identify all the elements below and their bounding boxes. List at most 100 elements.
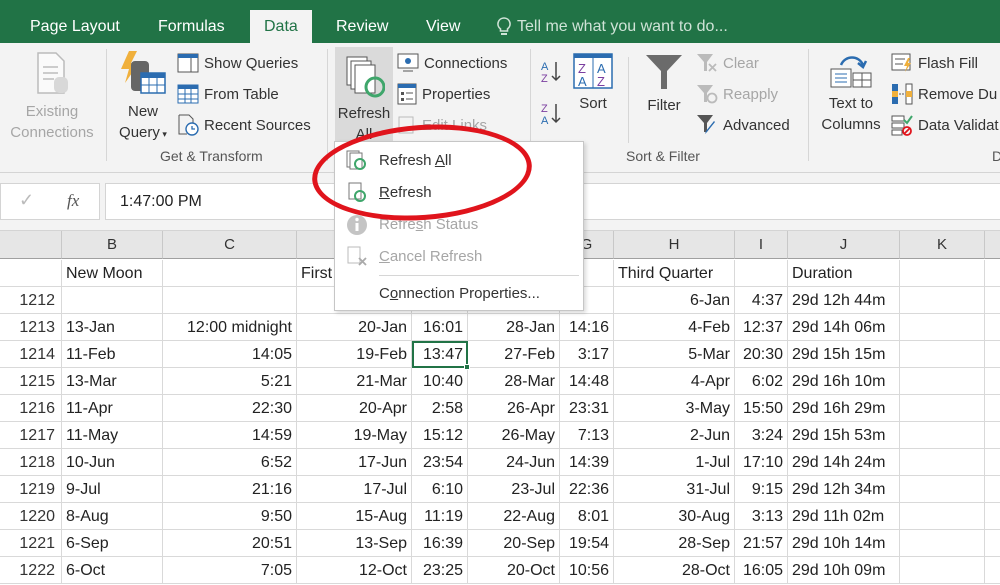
cell-i[interactable]: 6:02	[735, 368, 788, 395]
row-number[interactable]: 1212	[0, 287, 62, 314]
cell-h[interactable]: 28-Oct	[614, 557, 735, 584]
fill-handle[interactable]	[464, 364, 470, 370]
cell-f[interactable]: 20-Oct	[468, 557, 560, 584]
row-number[interactable]: 1215	[0, 368, 62, 395]
column-header-h[interactable]: H	[614, 231, 735, 259]
cell-d[interactable]: 17-Jun	[297, 449, 412, 476]
cell-k[interactable]	[900, 422, 985, 449]
tab-data[interactable]: Data	[250, 10, 312, 43]
cell-k[interactable]	[900, 395, 985, 422]
cell-f[interactable]: 27-Feb	[468, 341, 560, 368]
cell-l[interactable]	[985, 341, 1000, 368]
reapply-button[interactable]: Reapply	[696, 81, 778, 107]
cell-e[interactable]: 16:39	[412, 530, 468, 557]
cell-d[interactable]: 21-Mar	[297, 368, 412, 395]
cell-j[interactable]: 29d 14h 06m	[788, 314, 900, 341]
row-number[interactable]: 1213	[0, 314, 62, 341]
cell-b[interactable]: 6-Oct	[62, 557, 163, 584]
sort-z-to-a-button[interactable]: ZA	[540, 101, 562, 127]
cell-i[interactable]: 21:57	[735, 530, 788, 557]
cell-h[interactable]: 31-Jul	[614, 476, 735, 503]
cell-c[interactable]: 7:05	[163, 557, 297, 584]
menu-item-refresh[interactable]: Refresh	[335, 177, 583, 208]
column-header-k[interactable]: K	[900, 231, 985, 259]
enter-check-icon[interactable]: ✓	[19, 190, 34, 211]
tab-page-layout[interactable]: Page Layout	[18, 10, 132, 43]
cell-f[interactable]: 24-Jun	[468, 449, 560, 476]
column-header-j[interactable]: J	[788, 231, 900, 259]
cell-f[interactable]: 26-Apr	[468, 395, 560, 422]
cell-k[interactable]	[900, 557, 985, 584]
cell-j[interactable]: Duration	[788, 260, 900, 287]
row-number[interactable]	[0, 260, 62, 287]
cell-h[interactable]: 3-May	[614, 395, 735, 422]
cell-d[interactable]: 19-May	[297, 422, 412, 449]
tab-view[interactable]: View	[414, 10, 472, 43]
flash-fill-button[interactable]: Flash Fill	[891, 50, 978, 76]
advanced-filter-button[interactable]: Advanced	[696, 112, 790, 138]
cell-e[interactable]: 16:01	[412, 314, 468, 341]
cell-g[interactable]: 14:39	[560, 449, 614, 476]
cell-h[interactable]: 4-Feb	[614, 314, 735, 341]
cell-k[interactable]	[900, 368, 985, 395]
cell-d[interactable]: 19-Feb	[297, 341, 412, 368]
cell-g[interactable]: 10:56	[560, 557, 614, 584]
row-number[interactable]: 1219	[0, 476, 62, 503]
cell-d[interactable]: 20-Jan	[297, 314, 412, 341]
cell-l[interactable]	[985, 557, 1000, 584]
row-number[interactable]: 1222	[0, 557, 62, 584]
cell-l[interactable]	[985, 260, 1000, 287]
cell-g[interactable]: 3:17	[560, 341, 614, 368]
cell-b[interactable]: 8-Aug	[62, 503, 163, 530]
cell-b[interactable]: 11-Apr	[62, 395, 163, 422]
cell-i[interactable]: 16:05	[735, 557, 788, 584]
cell-k[interactable]	[900, 341, 985, 368]
cell-j[interactable]: 29d 12h 44m	[788, 287, 900, 314]
cell-k[interactable]	[900, 287, 985, 314]
cell-d[interactable]: 13-Sep	[297, 530, 412, 557]
cell-e[interactable]: 2:58	[412, 395, 468, 422]
column-header-i[interactable]: I	[735, 231, 788, 259]
cell-d[interactable]: 12-Oct	[297, 557, 412, 584]
cell-f[interactable]: 28-Jan	[468, 314, 560, 341]
cell-j[interactable]: 29d 14h 24m	[788, 449, 900, 476]
cell-l[interactable]	[985, 449, 1000, 476]
edit-links-button[interactable]: Edit Links	[397, 112, 487, 138]
cell-c[interactable]: 5:21	[163, 368, 297, 395]
cell-l[interactable]	[985, 314, 1000, 341]
cell-g[interactable]: 14:16	[560, 314, 614, 341]
row-number[interactable]: 1221	[0, 530, 62, 557]
cell-k[interactable]	[900, 503, 985, 530]
cell-d[interactable]: 20-Apr	[297, 395, 412, 422]
cell-b[interactable]: 11-Feb	[62, 341, 163, 368]
row-number[interactable]: 1217	[0, 422, 62, 449]
cell-f[interactable]: 23-Jul	[468, 476, 560, 503]
menu-item-refresh-status[interactable]: Refresh Status	[335, 209, 583, 240]
row-number[interactable]: 1220	[0, 503, 62, 530]
cell-l[interactable]	[985, 368, 1000, 395]
cell-h[interactable]: 28-Sep	[614, 530, 735, 557]
cell-j[interactable]: 29d 15h 15m	[788, 341, 900, 368]
cell-j[interactable]: 29d 11h 02m	[788, 503, 900, 530]
cell-i[interactable]: 4:37	[735, 287, 788, 314]
data-validation-button[interactable]: Data Validat	[891, 112, 999, 138]
cell-b[interactable]: 13-Mar	[62, 368, 163, 395]
cell-l[interactable]	[985, 422, 1000, 449]
cell-i[interactable]: 17:10	[735, 449, 788, 476]
cell-i[interactable]: 9:15	[735, 476, 788, 503]
cell-i[interactable]: 20:30	[735, 341, 788, 368]
cell-k[interactable]	[900, 260, 985, 287]
cell-e[interactable]: 6:10	[412, 476, 468, 503]
show-queries-button[interactable]: Show Queries	[177, 50, 298, 76]
cell-c[interactable]: 14:59	[163, 422, 297, 449]
cell-c[interactable]: 6:52	[163, 449, 297, 476]
column-header-c[interactable]: C	[163, 231, 297, 259]
cell-i[interactable]: 3:24	[735, 422, 788, 449]
cell-h[interactable]: Third Quarter	[614, 260, 735, 287]
cell-h[interactable]: 2-Jun	[614, 422, 735, 449]
cell-f[interactable]: 28-Mar	[468, 368, 560, 395]
cell-j[interactable]: 29d 16h 29m	[788, 395, 900, 422]
cell-c[interactable]	[163, 260, 297, 287]
row-number[interactable]: 1218	[0, 449, 62, 476]
cell-e[interactable]: 10:40	[412, 368, 468, 395]
